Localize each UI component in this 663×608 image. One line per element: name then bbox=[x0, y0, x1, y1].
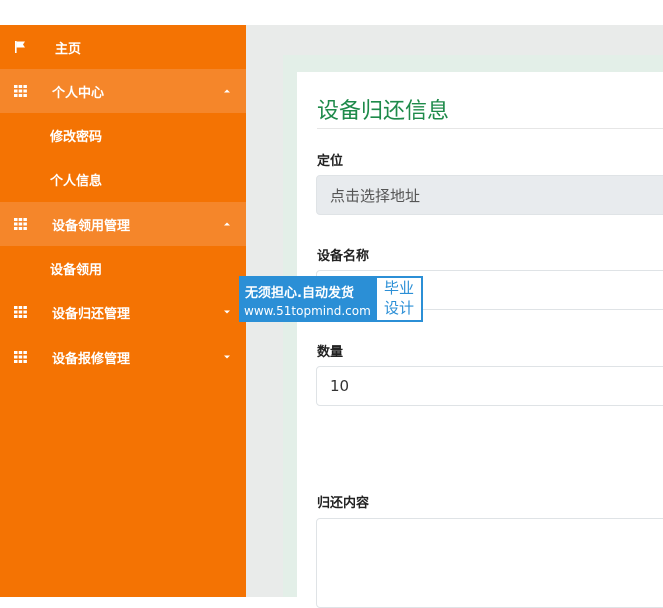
sidebar-item-home[interactable]: 主页 bbox=[0, 25, 246, 69]
chevron-up-icon bbox=[224, 89, 230, 93]
watermark-badge-line-1: 毕业 bbox=[383, 279, 414, 297]
return-content-textarea[interactable] bbox=[316, 518, 663, 608]
grid-icon bbox=[14, 351, 27, 363]
page-title: 设备归还信息 bbox=[317, 99, 450, 124]
sidebar-item-device-borrow-management[interactable]: 设备领用管理 bbox=[0, 202, 246, 246]
location-label: 定位 bbox=[317, 154, 344, 169]
flag-icon bbox=[15, 41, 25, 53]
sidebar-item-label: 修改密码 bbox=[50, 129, 103, 145]
sidebar-subitem-device-borrow[interactable]: 设备领用 bbox=[0, 246, 246, 290]
sidebar-item-device-return-management[interactable]: 设备归还管理 bbox=[0, 290, 246, 334]
chevron-down-icon bbox=[224, 355, 230, 359]
grid-icon bbox=[14, 218, 27, 230]
sidebar-item-label: 设备领用管理 bbox=[52, 218, 131, 234]
device-name-label: 设备名称 bbox=[317, 249, 370, 264]
grid-icon bbox=[14, 306, 27, 318]
sidebar-item-device-repair-management[interactable]: 设备报修管理 bbox=[0, 335, 246, 379]
title-divider bbox=[317, 128, 663, 129]
sidebar-item-label: 设备领用 bbox=[50, 262, 103, 278]
sidebar-item-label: 主页 bbox=[55, 41, 82, 57]
sidebar-item-personal-center[interactable]: 个人中心 bbox=[0, 69, 246, 113]
sidebar-item-label: 设备报修管理 bbox=[52, 351, 131, 367]
watermark-line-2: www.51topmind.com bbox=[244, 304, 371, 318]
sidebar-item-label: 个人中心 bbox=[52, 85, 105, 101]
watermark-line-1: 无须担心.自动发货 bbox=[245, 286, 354, 301]
grid-icon bbox=[14, 85, 27, 97]
top-bar bbox=[0, 0, 663, 25]
sidebar-item-label: 个人信息 bbox=[50, 173, 103, 189]
watermark-badge-box: 毕业 设计 bbox=[377, 278, 421, 320]
watermark-badge-line-2: 设计 bbox=[383, 299, 414, 317]
sidebar-subitem-change-password[interactable]: 修改密码 bbox=[0, 113, 246, 157]
chevron-up-icon bbox=[224, 222, 230, 226]
quantity-label: 数量 bbox=[317, 345, 344, 360]
quantity-field[interactable]: 10 bbox=[316, 366, 663, 406]
watermark-text-block: 无须担心.自动发货 www.51topmind.com bbox=[240, 277, 376, 321]
location-picker[interactable]: 点击选择地址 bbox=[316, 175, 663, 215]
sidebar-subitem-personal-info[interactable]: 个人信息 bbox=[0, 157, 246, 201]
watermark-badge: 无须担心.自动发货 www.51topmind.com 毕业 设计 bbox=[239, 276, 423, 322]
chevron-down-icon bbox=[224, 310, 230, 314]
sidebar-item-label: 设备归还管理 bbox=[52, 306, 131, 322]
sidebar: 主页 个人中心 修改密码 个人信息 设备领用管理 设备领用 设备归还管理 设备报… bbox=[0, 25, 246, 597]
return-content-label: 归还内容 bbox=[317, 496, 370, 511]
